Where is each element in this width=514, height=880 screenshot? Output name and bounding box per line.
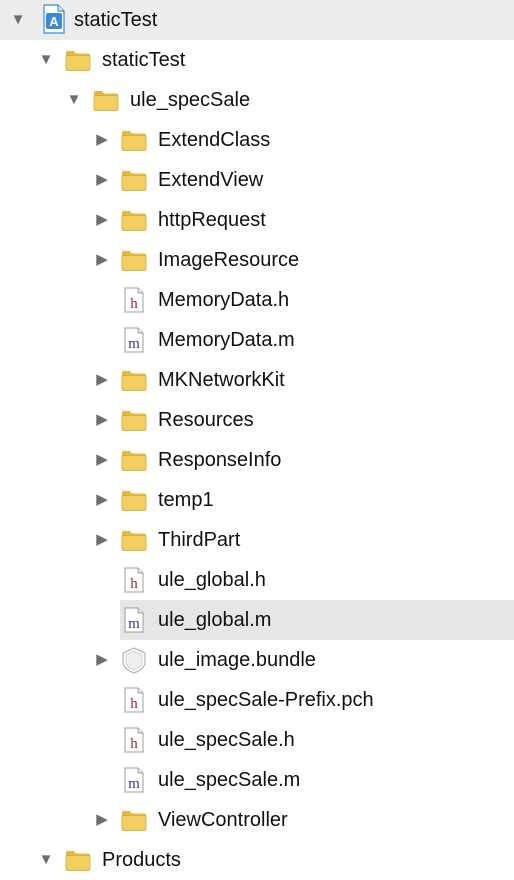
tree-row-extendclass[interactable]: ▶ ExtendClass xyxy=(0,120,514,160)
folder-icon xyxy=(120,366,148,394)
tree-row-label: ule_specSale-Prefix.pch xyxy=(158,689,374,711)
svg-text:m: m xyxy=(128,336,140,352)
tree-row-label: ResponseInfo xyxy=(158,449,282,471)
tree-row-ule-specsale-m[interactable]: m ule_specSale.m xyxy=(0,760,514,800)
h-file-icon: h xyxy=(120,286,148,314)
folder-icon xyxy=(120,126,148,154)
folder-icon xyxy=(120,806,148,834)
tree-row-label: MKNetworkKit xyxy=(158,369,285,391)
folder-icon xyxy=(120,246,148,274)
tree-row-thirdpart[interactable]: ▶ ThirdPart xyxy=(0,520,514,560)
svg-text:m: m xyxy=(128,616,140,632)
folder-icon xyxy=(120,446,148,474)
svg-text:m: m xyxy=(128,776,140,792)
folder-icon xyxy=(120,206,148,234)
tree-row-label: ExtendView xyxy=(158,169,264,191)
svg-text:h: h xyxy=(130,696,138,712)
disclosure-closed-icon[interactable]: ▶ xyxy=(94,412,110,428)
folder-icon xyxy=(64,846,92,874)
tree-row-mknetworkkit[interactable]: ▶ MKNetworkKit xyxy=(0,360,514,400)
project-navigator: ▼ AstaticTest ▼ staticTest ▼ ule_specSale ▶ Ext… xyxy=(0,0,514,872)
tree-row-statictest-group[interactable]: ▼ staticTest xyxy=(0,40,514,80)
bundle-icon xyxy=(120,646,148,674)
tree-row-label: ule_specSale.h xyxy=(158,729,295,751)
tree-row-resources[interactable]: ▶ Resources xyxy=(0,400,514,440)
disclosure-closed-icon[interactable]: ▶ xyxy=(94,492,110,508)
tree-row-imageresource[interactable]: ▶ ImageResource xyxy=(0,240,514,280)
tree-row-ule-specsale-prefix-pch[interactable]: h ule_specSale-Prefix.pch xyxy=(0,680,514,720)
tree-row-label: Resources xyxy=(158,409,254,431)
tree-row-label: temp1 xyxy=(158,489,214,511)
tree-row-label: ImageResource xyxy=(158,249,300,271)
tree-row-temp1[interactable]: ▶ temp1 xyxy=(0,480,514,520)
folder-icon xyxy=(120,486,148,514)
tree-row-extendview[interactable]: ▶ ExtendView xyxy=(0,160,514,200)
svg-text:h: h xyxy=(130,576,138,592)
tree-row-products[interactable]: ▼ Products xyxy=(0,840,514,880)
h-file-icon: h xyxy=(120,686,148,714)
disclosure-open-icon[interactable]: ▼ xyxy=(38,852,54,868)
svg-text:h: h xyxy=(130,736,138,752)
tree-row-label: staticTest xyxy=(74,9,158,31)
tree-row-label: MemoryData.m xyxy=(158,329,295,351)
disclosure-closed-icon[interactable]: ▶ xyxy=(94,812,110,828)
folder-icon xyxy=(120,166,148,194)
disclosure-closed-icon[interactable]: ▶ xyxy=(94,532,110,548)
folder-icon xyxy=(92,86,120,114)
tree-row-label: httpRequest xyxy=(158,209,266,231)
disclosure-open-icon[interactable]: ▼ xyxy=(10,12,26,28)
folder-icon xyxy=(64,46,92,74)
tree-row-label: ThirdPart xyxy=(158,529,241,551)
disclosure-closed-icon[interactable]: ▶ xyxy=(94,452,110,468)
folder-icon xyxy=(120,526,148,554)
disclosure-closed-icon[interactable]: ▶ xyxy=(94,652,110,668)
tree-row-ule-image-bundle[interactable]: ▶ ule_image.bundle xyxy=(0,640,514,680)
tree-row-label: MemoryData.h xyxy=(158,289,290,311)
tree-row-label: ule_global.m xyxy=(158,609,272,631)
tree-row-label: ule_specSale xyxy=(130,89,251,111)
tree-row-label: ViewController xyxy=(158,809,288,831)
tree-row-ule-global-m[interactable]: m ule_global.m xyxy=(0,600,514,640)
folder-icon xyxy=(120,406,148,434)
disclosure-closed-icon[interactable]: ▶ xyxy=(94,212,110,228)
disclosure-closed-icon[interactable]: ▶ xyxy=(94,172,110,188)
tree-row-ule-global-h[interactable]: h ule_global.h xyxy=(0,560,514,600)
svg-text:A: A xyxy=(49,14,59,29)
tree-row-label: ule_image.bundle xyxy=(158,649,316,671)
tree-row-responseinfo[interactable]: ▶ ResponseInfo xyxy=(0,440,514,480)
disclosure-closed-icon[interactable]: ▶ xyxy=(94,372,110,388)
xcode-project-icon: A xyxy=(40,4,68,34)
h-file-icon: h xyxy=(120,726,148,754)
tree-row-httprequest[interactable]: ▶ httpRequest xyxy=(0,200,514,240)
h-file-icon: h xyxy=(120,566,148,594)
tree-row-viewcontroller[interactable]: ▶ ViewController xyxy=(0,800,514,840)
tree-row-label: Products xyxy=(102,849,181,871)
svg-text:h: h xyxy=(130,296,138,312)
m-file-icon: m xyxy=(120,606,148,634)
tree-row-ule-specsale[interactable]: ▼ ule_specSale xyxy=(0,80,514,120)
tree-row-label: ExtendClass xyxy=(158,129,271,151)
tree-row-memorydata-h[interactable]: h MemoryData.h xyxy=(0,280,514,320)
disclosure-open-icon[interactable]: ▼ xyxy=(66,92,82,108)
disclosure-open-icon[interactable]: ▼ xyxy=(38,52,54,68)
tree-row-statictest[interactable]: ▼ AstaticTest xyxy=(0,0,514,40)
tree-row-label: ule_specSale.m xyxy=(158,769,301,791)
m-file-icon: m xyxy=(120,766,148,794)
tree-row-label: staticTest xyxy=(102,49,186,71)
tree-row-ule-specsale-h[interactable]: h ule_specSale.h xyxy=(0,720,514,760)
tree-row-label: ule_global.h xyxy=(158,569,266,591)
disclosure-closed-icon[interactable]: ▶ xyxy=(94,252,110,268)
tree-row-memorydata-m[interactable]: m MemoryData.m xyxy=(0,320,514,360)
m-file-icon: m xyxy=(120,326,148,354)
disclosure-closed-icon[interactable]: ▶ xyxy=(94,132,110,148)
